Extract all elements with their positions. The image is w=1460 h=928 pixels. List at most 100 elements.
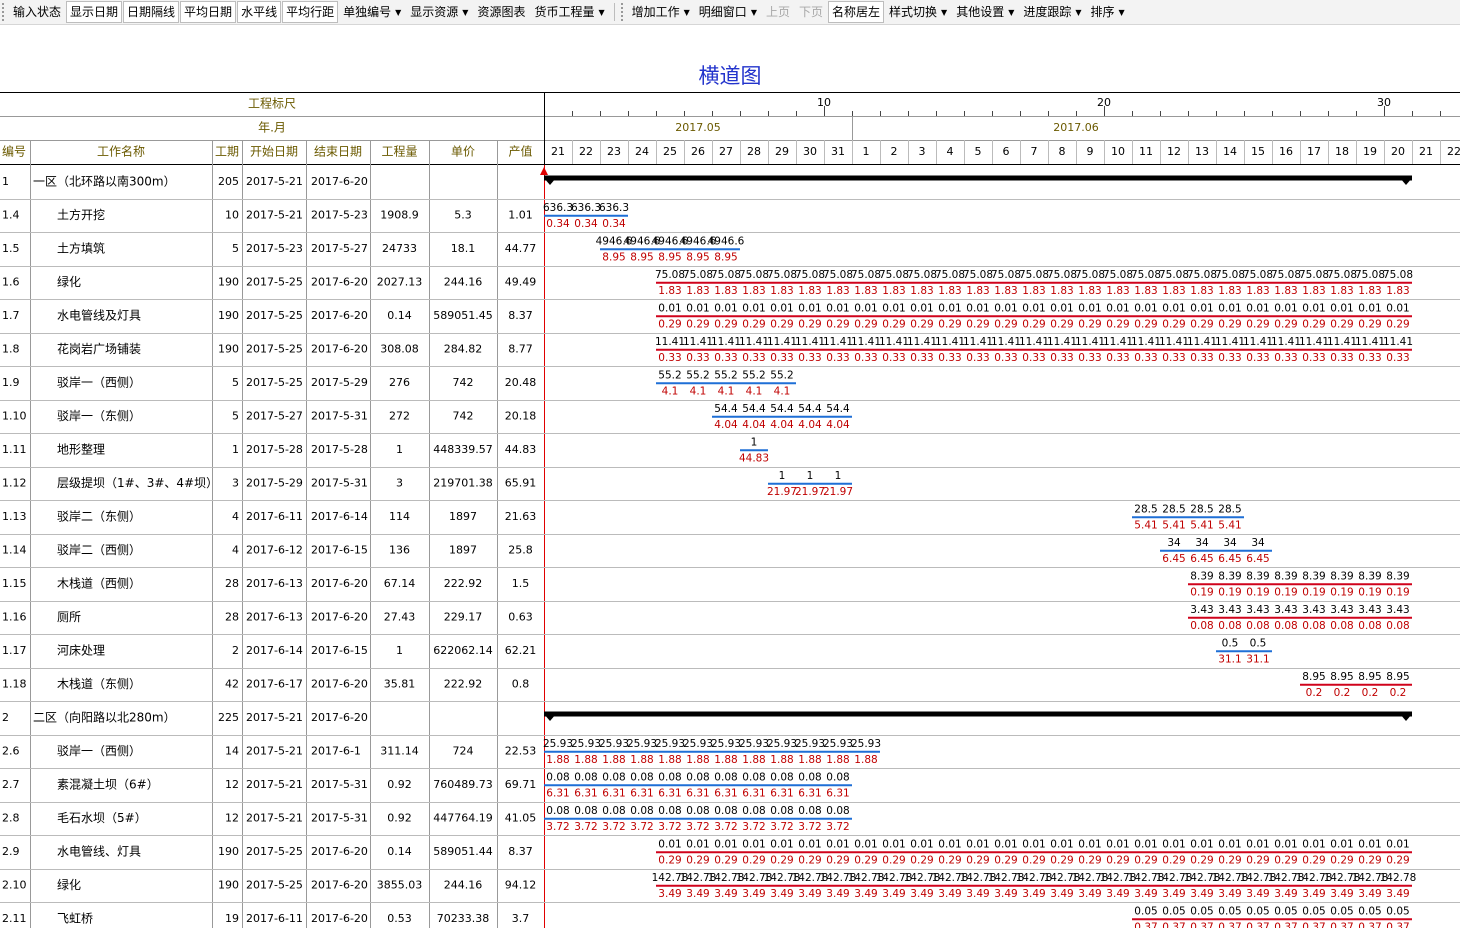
task-id: 1.13 bbox=[2, 510, 27, 523]
daily-quantity-label: 0.05 bbox=[1162, 905, 1185, 917]
toolbar-button-16[interactable]: 样式切换 ▼ bbox=[885, 1, 951, 23]
daily-value-label: 0.37 bbox=[1190, 921, 1213, 928]
toolbar-button-1[interactable]: 显示日期 bbox=[66, 1, 123, 23]
toolbar-button-label: 显示资源 bbox=[410, 5, 459, 19]
daily-quantity-label: 11.41 bbox=[1327, 336, 1357, 348]
toolbar-button-7[interactable]: 显示资源 ▼ bbox=[406, 1, 472, 23]
daily-quantity-label: 0.01 bbox=[1218, 302, 1241, 314]
task-start-date: 2017-5-27 bbox=[246, 409, 303, 422]
task-output-value: 62.21 bbox=[505, 644, 537, 657]
daily-value-label: 44.83 bbox=[739, 452, 769, 464]
toolbar-button-17[interactable]: 其他设置 ▼ bbox=[952, 1, 1018, 23]
daily-value-label: 3.72 bbox=[742, 821, 765, 833]
daily-value-label: 1.88 bbox=[602, 754, 625, 766]
daily-quantity-label: 0.01 bbox=[994, 838, 1017, 850]
daily-quantity-label: 75.08 bbox=[711, 269, 741, 281]
toolbar-button-8[interactable]: 资源图表 bbox=[473, 1, 529, 23]
daily-quantity-label: 0.01 bbox=[966, 302, 989, 314]
task-unit-price: 1897 bbox=[449, 510, 477, 523]
toolbar-button-3[interactable]: 平均日期 bbox=[180, 1, 237, 23]
daily-quantity-label: 25.93 bbox=[543, 738, 573, 750]
task-end-date: 2017-5-31 bbox=[311, 811, 368, 824]
daily-quantity-label: 11.41 bbox=[1271, 336, 1301, 348]
task-end-date: 2017-6-20 bbox=[311, 610, 368, 623]
daily-value-label: 1.83 bbox=[1330, 285, 1353, 297]
daily-value-label: 0.33 bbox=[658, 352, 681, 364]
daily-quantity-label: 1 bbox=[779, 470, 786, 482]
dropdown-arrow-icon: ▼ bbox=[941, 7, 948, 17]
task-output-value: 25.8 bbox=[508, 543, 533, 556]
toolbar-button-12[interactable]: 明细窗口 ▼ bbox=[695, 1, 761, 23]
task-name: 水电管线及灯具 bbox=[57, 307, 141, 322]
daily-quantity-label: 11.41 bbox=[1243, 336, 1273, 348]
daily-value-label: 3.72 bbox=[686, 821, 709, 833]
daily-quantity-label: 0.05 bbox=[1274, 905, 1297, 917]
toolbar-button-15[interactable]: 名称居左 bbox=[828, 1, 885, 23]
daily-quantity-label: 8.39 bbox=[1330, 570, 1353, 582]
daily-value-label: 0.29 bbox=[938, 318, 961, 330]
toolbar-grip[interactable] bbox=[620, 3, 625, 21]
daily-value-label: 3.72 bbox=[714, 821, 737, 833]
task-start-date: 2017-5-25 bbox=[246, 309, 303, 322]
task-end-date: 2017-6-20 bbox=[311, 577, 368, 590]
toolbar-button-2[interactable]: 日期隔线 bbox=[123, 1, 180, 23]
daily-value-label: 3.49 bbox=[1218, 888, 1241, 900]
daily-value-label: 0.19 bbox=[1358, 586, 1381, 598]
daily-value-label: 0.33 bbox=[966, 352, 989, 364]
daily-value-label: 1.88 bbox=[714, 754, 737, 766]
daily-value-label: 3.72 bbox=[630, 821, 653, 833]
task-duration: 12 bbox=[225, 778, 239, 791]
daily-value-label: 4.04 bbox=[826, 419, 850, 431]
toolbar-button-18[interactable]: 进度跟踪 ▼ bbox=[1019, 1, 1085, 23]
toolbar-button-5[interactable]: 平均行距 bbox=[282, 1, 339, 23]
toolbar-button-9[interactable]: 货币工程量 ▼ bbox=[530, 1, 608, 23]
daily-quantity-label: 75.08 bbox=[1019, 269, 1049, 281]
toolbar-button-0[interactable]: 输入状态 bbox=[9, 1, 65, 23]
daily-value-label: 1.83 bbox=[994, 285, 1017, 297]
year-month-label: 年.月 bbox=[258, 121, 286, 135]
toolbar-button-4[interactable]: 水平线 bbox=[237, 1, 282, 23]
daily-quantity-label: 0.01 bbox=[1386, 302, 1409, 314]
daily-quantity-label: 0.01 bbox=[854, 838, 877, 850]
task-unit-price: 589051.44 bbox=[433, 845, 493, 858]
toolbar-button-label: 下页 bbox=[798, 5, 823, 19]
toolbar-grip[interactable] bbox=[2, 3, 6, 21]
daily-quantity-label: 0.01 bbox=[1358, 838, 1381, 850]
toolbar-button-11[interactable]: 增加工作 ▼ bbox=[628, 1, 694, 23]
summary-bar[interactable] bbox=[544, 711, 1412, 717]
daily-quantity-label: 75.08 bbox=[1131, 269, 1161, 281]
daily-quantity-label: 0.01 bbox=[1106, 302, 1129, 314]
gantt-chart[interactable]: 工程标尺年.月10 20 302017.05 2017.0621 22 23 24 25 26 2… bbox=[0, 92, 1460, 928]
daily-quantity-label: 0.08 bbox=[546, 805, 569, 817]
daily-value-label: 4.04 bbox=[770, 419, 794, 431]
daily-value-label: 1.88 bbox=[658, 754, 681, 766]
daily-value-label: 1.83 bbox=[882, 285, 905, 297]
daily-quantity-label: 0.08 bbox=[798, 771, 821, 783]
daily-value-label: 0.29 bbox=[826, 854, 849, 866]
daily-value-label: 0.29 bbox=[1302, 318, 1325, 330]
task-start-date: 2017-5-28 bbox=[246, 443, 303, 456]
daily-quantity-label: 0.01 bbox=[1246, 302, 1269, 314]
daily-quantity-label: 11.41 bbox=[823, 336, 853, 348]
daily-quantity-label: 0.01 bbox=[1274, 838, 1297, 850]
daily-value-label: 1.83 bbox=[1358, 285, 1381, 297]
daily-value-label: 0.29 bbox=[910, 854, 933, 866]
daily-value-label: 3.49 bbox=[1022, 888, 1045, 900]
daily-value-label: 0.19 bbox=[1302, 586, 1325, 598]
task-end-date: 2017-6-20 bbox=[311, 677, 368, 690]
task-id: 1.11 bbox=[2, 443, 27, 456]
daily-quantity-label: 11.41 bbox=[1103, 336, 1133, 348]
daily-quantity-label: 11.41 bbox=[1131, 336, 1161, 348]
task-output-value: 49.49 bbox=[505, 275, 537, 288]
daily-quantity-label: 75.08 bbox=[879, 269, 909, 281]
daily-quantity-label: 0.08 bbox=[714, 805, 737, 817]
summary-bar[interactable] bbox=[544, 175, 1412, 181]
toolbar-button-19[interactable]: 排序 ▼ bbox=[1087, 1, 1129, 23]
toolbar-button-6[interactable]: 单独编号 ▼ bbox=[339, 1, 405, 23]
daily-quantity-label: 25.93 bbox=[823, 738, 853, 750]
task-id: 1.14 bbox=[2, 543, 27, 556]
day-label: 7 bbox=[1031, 145, 1038, 158]
daily-quantity-label: 11.41 bbox=[1019, 336, 1049, 348]
daily-value-label: 0.37 bbox=[1246, 921, 1269, 928]
daily-value-label: 0.08 bbox=[1218, 620, 1241, 632]
